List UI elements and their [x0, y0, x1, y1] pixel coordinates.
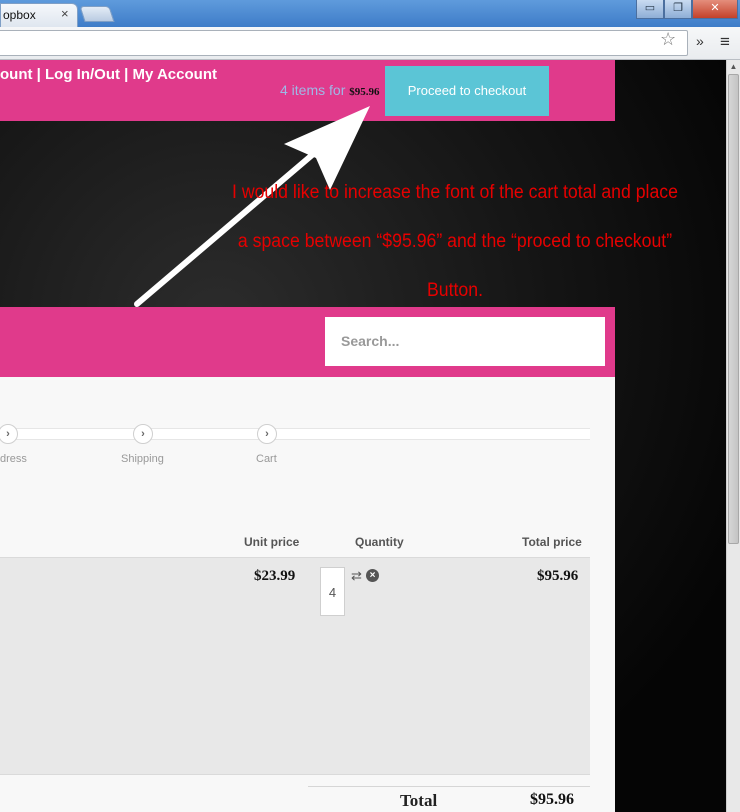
arrow-head	[284, 106, 370, 190]
quantity-input[interactable]: 4	[320, 567, 345, 616]
total-divider	[308, 786, 590, 787]
address-bar[interactable]	[0, 30, 688, 56]
col-header-total-price: Total price	[522, 535, 582, 549]
refresh-icon[interactable]: ⇄	[351, 568, 362, 584]
row-total-price: $95.96	[537, 568, 579, 584]
row-unit-price: $23.99	[254, 568, 296, 584]
maximize-icon[interactable]: ❐	[664, 0, 692, 19]
annotation-line-1: I would like to increase the font of the…	[232, 182, 678, 203]
step-cart-chevron-icon[interactable]: ›	[257, 424, 277, 444]
checkout-progress-line	[0, 428, 590, 440]
browser-toolbar: ☆ » ≡	[0, 27, 740, 60]
page-scrollbar[interactable]: ▲	[726, 60, 740, 812]
nav-bar: Search...	[0, 307, 615, 377]
scroll-thumb[interactable]	[728, 74, 739, 544]
annotation-line-2: a space between “$95.96” and the “proced…	[237, 231, 673, 252]
step-address-chevron-icon[interactable]: ›	[0, 424, 18, 444]
total-value: $95.96	[530, 791, 574, 808]
close-window-icon[interactable]: ✕	[692, 0, 738, 19]
step-label-cart: Cart	[256, 453, 277, 465]
remove-icon[interactable]: ×	[366, 569, 379, 582]
col-header-unit-price: Unit price	[244, 535, 300, 549]
annotation-line-3: Button.	[426, 280, 484, 301]
new-tab-button[interactable]	[79, 6, 115, 22]
browser-titlebar: opbox × ▭ ❐ ✕	[0, 0, 740, 27]
step-shipping-chevron-icon[interactable]: ›	[133, 424, 153, 444]
search-input[interactable]: Search...	[325, 317, 605, 366]
total-label: Total	[400, 791, 438, 810]
bookmark-star-icon[interactable]: ☆	[660, 29, 676, 50]
browser-menu-icon[interactable]: ≡	[720, 32, 730, 52]
cart-content: › › › dress Shipping Cart Unit price Qua…	[0, 377, 615, 812]
table-row: $23.99 4 ⇄ × $95.96	[0, 557, 590, 775]
col-header-quantity: Quantity	[355, 535, 404, 549]
tab-close-icon[interactable]: ×	[61, 6, 69, 21]
minimize-icon[interactable]: ▭	[636, 0, 664, 19]
step-label-shipping: Shipping	[121, 453, 164, 465]
browser-tab[interactable]: opbox ×	[0, 3, 78, 27]
scroll-up-arrow-icon[interactable]: ▲	[727, 60, 740, 74]
tab-title: opbox	[3, 8, 36, 22]
page-content: ount | Log In/Out | My Account 4 items f…	[0, 60, 726, 812]
extensions-overflow-icon[interactable]: »	[696, 33, 704, 49]
step-label-address: dress	[0, 453, 27, 465]
